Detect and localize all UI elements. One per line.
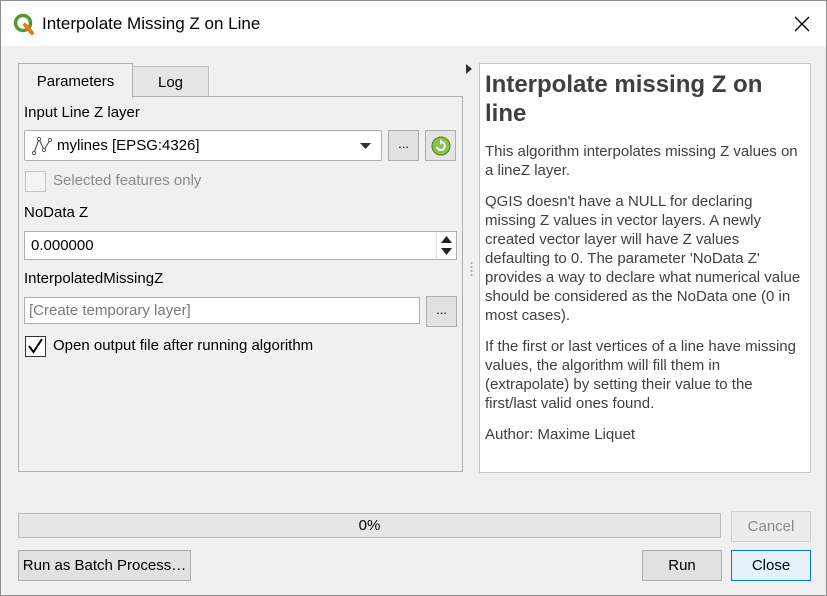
help-paragraph: This algorithm interpolates missing Z va… [485,143,798,179]
selected-features-label: Selected features only [53,172,202,189]
checkmark-icon [28,338,43,354]
spin-arrows [436,232,456,259]
progress-bar: 0% [18,513,721,538]
input-layer-combobox[interactable]: mylines [EPSG:4326] [24,130,382,161]
help-panel: Interpolate missing Z on line This algor… [479,63,811,473]
input-layer-label: Input Line Z layer [24,104,140,121]
close-window-icon[interactable] [791,13,813,35]
progress-text: 0% [358,517,381,534]
nodata-z-spinbox[interactable]: 0.000000 [24,231,457,260]
cancel-button[interactable]: Cancel [731,511,811,542]
selected-features-checkbox[interactable] [25,171,46,192]
open-output-label: Open output file after running algorithm [53,337,314,354]
output-input[interactable] [25,298,419,323]
line-layer-icon [31,136,53,155]
input-layer-browse-button[interactable]: ... [388,130,419,161]
dialog-window: Interpolate Missing Z on Line Parameters… [0,0,827,596]
run-batch-button[interactable]: Run as Batch Process… [18,550,191,581]
chevron-down-icon [360,143,371,149]
help-paragraph: If the first or last vertices of a line … [485,338,796,412]
refresh-arrow-icon [431,136,450,155]
output-field[interactable] [24,297,420,324]
splitter-handle-icon[interactable] [470,261,473,277]
nodata-z-value: 0.000000 [31,237,94,254]
help-paragraph: QGIS doesn't have a NULL for declaring m… [485,193,801,324]
window-title: Interpolate Missing Z on Line [42,14,261,33]
run-button[interactable]: Run [642,550,722,581]
help-title: Interpolate missing Z on line [485,71,763,127]
tab-parameters[interactable]: Parameters [18,63,133,98]
collapse-help-icon[interactable] [466,64,472,74]
output-browse-button[interactable]: ... [426,296,457,327]
help-author: Author: Maxime Liquet [485,426,636,443]
output-label: InterpolatedMissingZ [24,270,164,287]
input-layer-value: mylines [EPSG:4326] [57,137,200,154]
title-bar[interactable]: Interpolate Missing Z on Line [1,1,826,46]
tab-log[interactable]: Log [132,66,209,97]
open-output-checkbox[interactable] [25,336,46,357]
qgis-logo-icon [13,13,34,35]
iterate-features-button[interactable] [425,130,456,161]
spin-up-icon[interactable] [441,236,452,243]
close-button[interactable]: Close [731,550,811,581]
spin-down-icon[interactable] [441,248,452,255]
nodata-z-label: NoData Z [24,204,89,221]
